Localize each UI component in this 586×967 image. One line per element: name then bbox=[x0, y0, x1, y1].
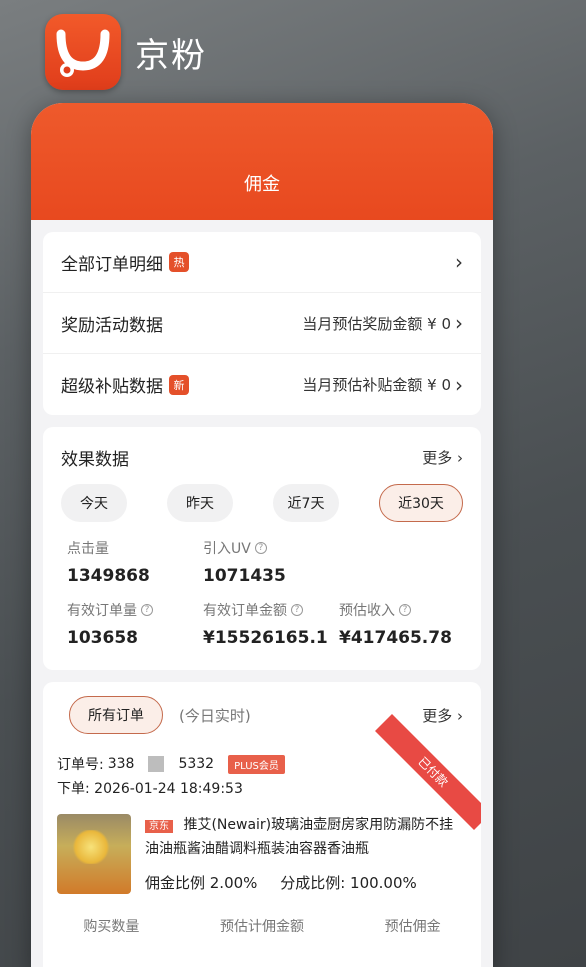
plus-badge: PLUS会员 bbox=[228, 754, 285, 774]
jd-tag: 京东 bbox=[145, 820, 173, 833]
masked-block bbox=[148, 756, 165, 772]
product-item[interactable]: 京东 推艾(Newair)玻璃油壶厨房家用防漏防不挂油油瓶酱油醋调料瓶装油容器香… bbox=[43, 800, 481, 894]
stat-uv: 引入UV? 1071435 bbox=[203, 541, 286, 586]
label-est-amount: 预估计佣金额 bbox=[219, 919, 304, 935]
effect-more-link[interactable]: 更多 › bbox=[422, 447, 463, 468]
app-window[interactable]: 佣金 全部订单明细 热 › 奖励活动数据 当月预估奖励金额 ¥ 0 › 超级补贴… bbox=[31, 103, 493, 967]
effect-data-card: 效果数据 更多 › 今天 昨天 近7天 近30天 点击量 1349868 引入U… bbox=[43, 427, 481, 670]
stat-empty bbox=[339, 538, 475, 586]
app-header: 京粉 bbox=[45, 14, 207, 90]
summary-list: 全部订单明细 热 › 奖励活动数据 当月预估奖励金额 ¥ 0 › 超级补贴数据 … bbox=[43, 232, 481, 415]
row-label: 全部订单明细 bbox=[61, 254, 163, 275]
order-no-end: 5332 bbox=[178, 756, 215, 772]
row-label: 超级补贴数据 bbox=[61, 377, 163, 397]
chevron-right-icon: › bbox=[455, 250, 463, 274]
product-image bbox=[57, 814, 131, 894]
tab-all-orders[interactable]: 所有订单 bbox=[69, 696, 163, 734]
stats-grid: 点击量 1349868 引入UV? 1071435 有效订单量? 103658 … bbox=[43, 534, 481, 670]
row-label: 奖励活动数据 bbox=[61, 315, 163, 336]
label-est-commission: 预估佣金 bbox=[384, 919, 441, 935]
hot-badge: 热 bbox=[169, 252, 189, 272]
stat-valid-orders: 有效订单量? 103658 bbox=[67, 600, 203, 648]
order-no-start: 338 bbox=[107, 756, 135, 772]
order-info: 已付款 订单号: 338 5332 PLUS会员 下单: 2026-01-24 … bbox=[43, 714, 481, 830]
order-no-label: 订单号: bbox=[57, 757, 104, 773]
commission-rate: 佣金比例 2.00% bbox=[145, 874, 258, 892]
product-title: 推艾(Newair)玻璃油壶厨房家用防漏防不挂油油瓶酱油醋调料瓶装油容器香油瓶 bbox=[145, 817, 454, 857]
reward-data-row[interactable]: 奖励活动数据 当月预估奖励金额 ¥ 0 › bbox=[43, 293, 481, 354]
stat-clicks: 点击量 1349868 bbox=[67, 541, 150, 586]
order-bottom-labels: 购买数量 预估计佣金额 预估佣金 bbox=[43, 894, 481, 936]
realtime-label: (今日实时) bbox=[179, 706, 251, 725]
period-tabs: 今天 昨天 近7天 近30天 bbox=[43, 480, 481, 534]
tab-7days[interactable]: 近7天 bbox=[273, 484, 339, 522]
jingfen-logo-icon bbox=[45, 14, 121, 90]
row-value: 当月预估奖励金额 ¥ 0 bbox=[302, 314, 451, 333]
share-rate: 分成比例: 100.00% bbox=[280, 874, 417, 892]
window-header: 佣金 bbox=[31, 103, 493, 220]
stat-valid-amount: 有效订单金额? ¥15526165.1 bbox=[203, 603, 328, 648]
label-quantity: 购买数量 bbox=[83, 919, 140, 935]
orders-card: 所有订单 (今日实时) 更多 › 已付款 订单号: 338 5332 PLUS会… bbox=[43, 682, 481, 967]
row-value: 当月预估补贴金额 ¥ 0 bbox=[302, 376, 451, 394]
app-title: 京粉 bbox=[135, 35, 207, 76]
window-title: 佣金 bbox=[244, 173, 280, 195]
chevron-right-icon: › bbox=[455, 311, 463, 335]
help-icon[interactable]: ? bbox=[399, 604, 411, 616]
effect-title: 效果数据 bbox=[61, 450, 129, 470]
help-icon[interactable]: ? bbox=[291, 604, 303, 616]
new-badge: 新 bbox=[169, 374, 189, 395]
tab-yesterday[interactable]: 昨天 bbox=[167, 484, 233, 522]
tab-today[interactable]: 今天 bbox=[61, 484, 127, 522]
help-icon[interactable]: ? bbox=[141, 604, 153, 616]
chevron-right-icon: › bbox=[455, 372, 463, 397]
stat-income: 预估收入? ¥417465.78 bbox=[339, 603, 452, 648]
orders-more-link[interactable]: 更多 › bbox=[422, 705, 463, 726]
tab-30days[interactable]: 近30天 bbox=[379, 484, 463, 522]
help-icon[interactable]: ? bbox=[254, 542, 267, 554]
subsidy-data-row[interactable]: 超级补贴数据 新 当月预估补贴金额 ¥ 0 › bbox=[43, 354, 481, 415]
order-time: 下单: 2026-01-24 18:49:53 bbox=[57, 781, 243, 797]
all-orders-row[interactable]: 全部订单明细 热 › bbox=[43, 232, 481, 293]
